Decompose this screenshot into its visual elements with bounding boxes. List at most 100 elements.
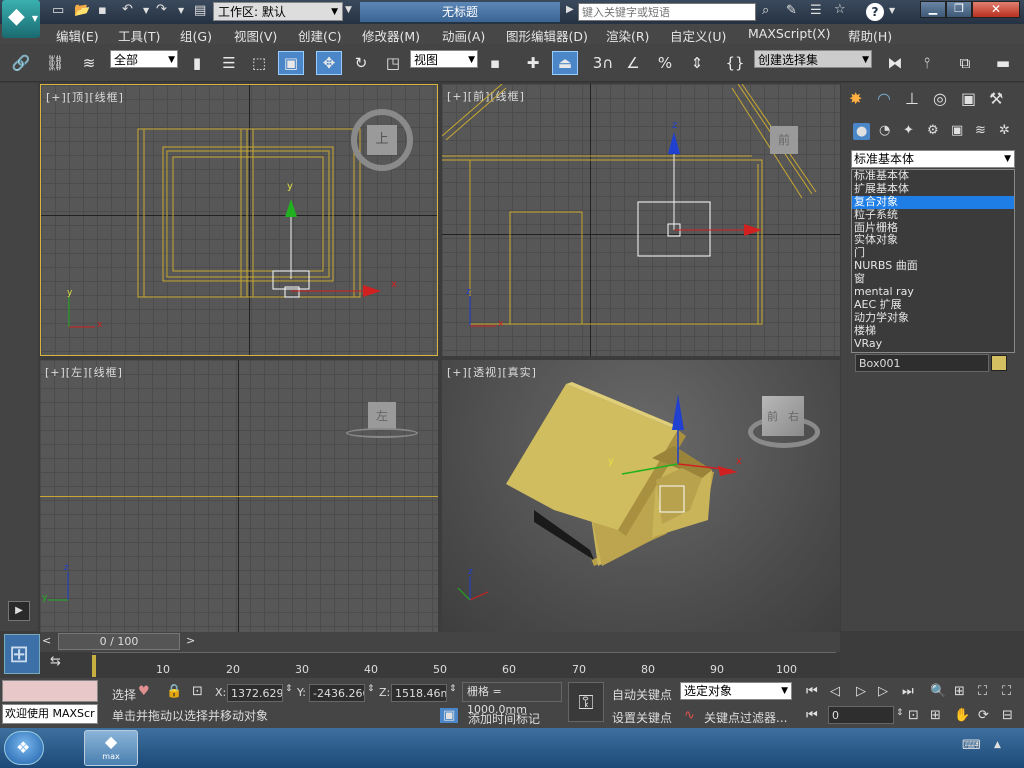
next-key-icon[interactable]: ▷ <box>878 684 888 699</box>
isolate-selection-icon[interactable]: ♥ <box>138 684 150 699</box>
viewport-layout-button[interactable]: ⊞ <box>4 634 40 674</box>
select-manipulate-icon[interactable]: ✚ <box>520 51 546 75</box>
select-object-icon[interactable]: ▮ <box>184 51 210 75</box>
menu-animation[interactable]: 动画(A) <box>442 26 485 45</box>
help-button[interactable]: ? <box>866 3 884 21</box>
time-slider[interactable]: < 0 / 100 > <box>40 632 840 652</box>
menu-customize[interactable]: 自定义(U) <box>670 26 726 45</box>
graphite-tools-icon[interactable]: ▬ <box>990 51 1016 75</box>
object-color-swatch[interactable] <box>991 355 1007 371</box>
menu-modifiers[interactable]: 修改器(M) <box>362 26 420 45</box>
viewcube-top[interactable]: 上 <box>351 109 413 171</box>
keyboard-shortcut-override-icon[interactable]: ⏏ <box>552 51 578 75</box>
category-option[interactable]: 实体对象 <box>852 234 1014 247</box>
expand-search-icon[interactable]: ▶ <box>566 4 574 15</box>
time-tag-icon[interactable]: ▣ <box>440 708 459 723</box>
motion-tab-icon[interactable]: ◎ <box>933 89 947 108</box>
workspace-options-icon[interactable]: ▼ <box>345 5 352 15</box>
shapes-icon[interactable]: ◔ <box>879 123 890 138</box>
field-of-view-icon[interactable]: ⊞ <box>930 708 941 723</box>
select-and-move-icon[interactable]: ✥ <box>316 51 342 75</box>
category-option[interactable]: 楼梯 <box>852 324 1014 338</box>
viewport-top[interactable]: [+][顶][线框] y x y x 上 <box>40 84 438 356</box>
z-coordinate-field[interactable] <box>391 684 447 702</box>
category-option[interactable]: VRay <box>852 337 1014 351</box>
zoom-icon[interactable]: 🔍 <box>930 684 946 699</box>
category-option[interactable]: 标准基本体 <box>852 169 1014 183</box>
add-time-tag-label[interactable]: 添加时间标记 <box>468 710 540 727</box>
geometry-icon[interactable]: ● <box>853 123 871 140</box>
viewcube-perspective[interactable]: 前 右 <box>762 396 804 436</box>
key-filters-icon[interactable]: ∿ <box>684 708 695 723</box>
utilities-tab-icon[interactable]: ⚒ <box>989 89 1003 108</box>
menu-group[interactable]: 组(G) <box>180 26 212 45</box>
search-input[interactable] <box>578 3 756 21</box>
menu-tools[interactable]: 工具(T) <box>118 26 160 45</box>
window-crossing-icon[interactable]: ▣ <box>278 51 304 75</box>
select-and-rotate-icon[interactable]: ↻ <box>348 51 374 75</box>
viewport-perspective[interactable]: [+][透视][真实] y x z 前 右 <box>442 360 840 632</box>
minimize-button[interactable]: ▁ <box>920 1 946 18</box>
mirror-icon[interactable]: ⧓ <box>882 51 908 75</box>
menu-edit[interactable]: 编辑(E) <box>56 26 99 45</box>
go-to-start-icon[interactable]: ⏮ <box>806 684 818 699</box>
bind-space-warp-icon[interactable]: ≋ <box>76 51 102 75</box>
previous-key-icon[interactable]: ◁ <box>830 684 840 699</box>
new-file-icon[interactable]: ▭ <box>52 3 64 18</box>
time-configuration-icon[interactable]: ⊡ <box>908 708 919 723</box>
category-option[interactable]: mental ray <box>852 285 1014 299</box>
edit-named-selection-icon[interactable]: {} <box>722 51 748 75</box>
angle-snap-icon[interactable]: ∠ <box>620 51 646 75</box>
save-icon[interactable]: ▪ <box>98 3 107 18</box>
help-dropdown-icon[interactable]: ▼ <box>889 6 895 15</box>
play-animation-icon[interactable]: ▷ <box>856 684 866 699</box>
track-bar[interactable]: ⇆ 10 20 30 40 50 60 70 80 90 100 <box>40 652 840 678</box>
auto-key-button[interactable]: 自动关键点 <box>612 686 672 703</box>
key-selection-dropdown[interactable]: 选定对象 ▼ <box>680 682 792 700</box>
close-button[interactable]: ✕ <box>972 1 1020 18</box>
y-spinner-icon[interactable]: ⇕ <box>367 684 375 694</box>
maxscript-listener-input[interactable]: 欢迎使用 MAXScr <box>2 704 98 724</box>
menu-maxscript[interactable]: MAXScript(X) <box>748 26 830 41</box>
project-folder-icon[interactable]: ▤ <box>194 3 206 18</box>
display-tab-icon[interactable]: ▣ <box>961 89 976 108</box>
y-coordinate-field[interactable] <box>309 684 365 702</box>
category-option-highlighted[interactable]: 复合对象 <box>852 195 1014 209</box>
systems-icon[interactable]: ✲ <box>999 123 1010 138</box>
open-file-icon[interactable]: 📂 <box>74 3 90 18</box>
spinner-snap-icon[interactable]: ⇕ <box>684 51 710 75</box>
taskbar-app-3dsmax[interactable]: ◆ max <box>84 730 138 766</box>
frame-spinner-icon[interactable]: ⇕ <box>896 708 904 718</box>
unlink-icon[interactable]: ⛓ <box>42 51 68 75</box>
category-option[interactable]: NURBS 曲面 <box>852 259 1014 273</box>
tray-expand-icon[interactable]: ▲ <box>994 740 1001 750</box>
viewport-left-label[interactable]: [+][左][线框] <box>45 364 123 380</box>
menu-rendering[interactable]: 渲染(R) <box>606 26 649 45</box>
mini-curve-editor-icon[interactable]: ⇆ <box>50 654 61 669</box>
undo-dropdown-icon[interactable]: ▼ <box>143 6 149 15</box>
selection-lock-icon[interactable]: 🔒 <box>166 684 182 699</box>
communication-icon[interactable]: ☰ <box>810 3 822 18</box>
pivot-center-icon[interactable]: ▪ <box>482 51 508 75</box>
z-spinner-icon[interactable]: ⇕ <box>449 684 457 694</box>
menu-create[interactable]: 创建(C) <box>298 26 341 45</box>
named-selection-dropdown[interactable]: 创建选择集 ▼ <box>754 50 872 68</box>
viewport-left[interactable]: [+][左][线框] 左 z y <box>40 360 438 632</box>
next-frame-icon[interactable]: > <box>186 634 195 647</box>
menu-views[interactable]: 视图(V) <box>234 26 277 45</box>
category-option[interactable]: 粒子系统 <box>852 208 1014 222</box>
reference-coordinate-dropdown[interactable]: 视图 ▼ <box>410 50 478 68</box>
lights-icon[interactable]: ✦ <box>903 123 914 138</box>
category-option[interactable]: 动力学对象 <box>852 311 1014 325</box>
binoculars-icon[interactable]: ⌕ <box>762 3 769 18</box>
modify-tab-icon[interactable]: ◠ <box>877 89 891 108</box>
snaps-toggle-icon[interactable]: 3 ∩ <box>590 51 616 75</box>
app-menu-button[interactable]: ◆ ▼ <box>2 0 40 38</box>
undo-icon[interactable]: ↶ <box>122 2 133 17</box>
object-name-field[interactable] <box>855 354 989 372</box>
zoom-extents-icon[interactable]: ⛶ <box>978 684 987 699</box>
select-and-scale-icon[interactable]: ◳ <box>380 51 406 75</box>
restore-button[interactable]: ❐ <box>946 1 972 18</box>
prev-frame-icon[interactable]: < <box>42 634 51 647</box>
viewcube-left[interactable]: 左 <box>368 402 396 430</box>
